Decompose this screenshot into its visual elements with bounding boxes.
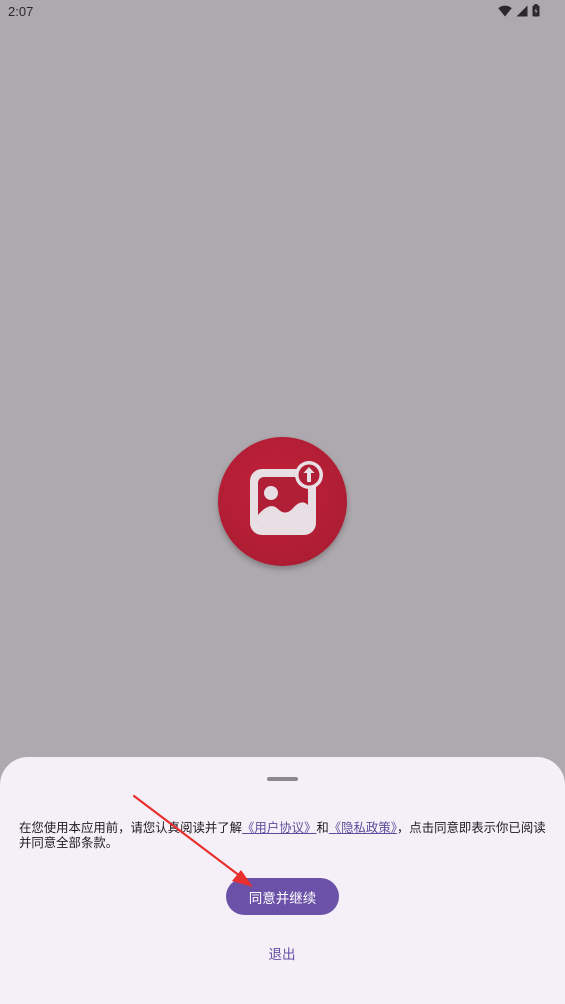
consent-text-before: 在您使用本应用前，请您认真阅读并了解 <box>19 821 243 835</box>
exit-button[interactable]: 退出 <box>252 939 312 967</box>
app-logo <box>218 437 347 566</box>
image-upload-icon <box>250 461 323 535</box>
agree-and-continue-button[interactable]: 同意并继续 <box>226 878 339 915</box>
status-icons <box>498 4 540 19</box>
wifi-icon <box>498 2 512 21</box>
drag-handle[interactable] <box>267 777 298 781</box>
battery-icon <box>532 2 540 21</box>
privacy-policy-link[interactable]: 《隐私政策》 <box>329 821 397 835</box>
cellular-signal-icon <box>516 2 528 21</box>
consent-bottom-sheet: 在您使用本应用前，请您认真阅读并了解《用户协议》和《隐私政策》，点击同意即表示你… <box>0 757 565 1004</box>
status-bar: 2:07 <box>0 0 565 24</box>
status-time: 2:07 <box>8 4 34 19</box>
consent-text-middle: 和 <box>316 821 329 835</box>
consent-text: 在您使用本应用前，请您认真阅读并了解《用户协议》和《隐私政策》，点击同意即表示你… <box>19 821 549 851</box>
user-agreement-link[interactable]: 《用户协议》 <box>242 821 316 835</box>
